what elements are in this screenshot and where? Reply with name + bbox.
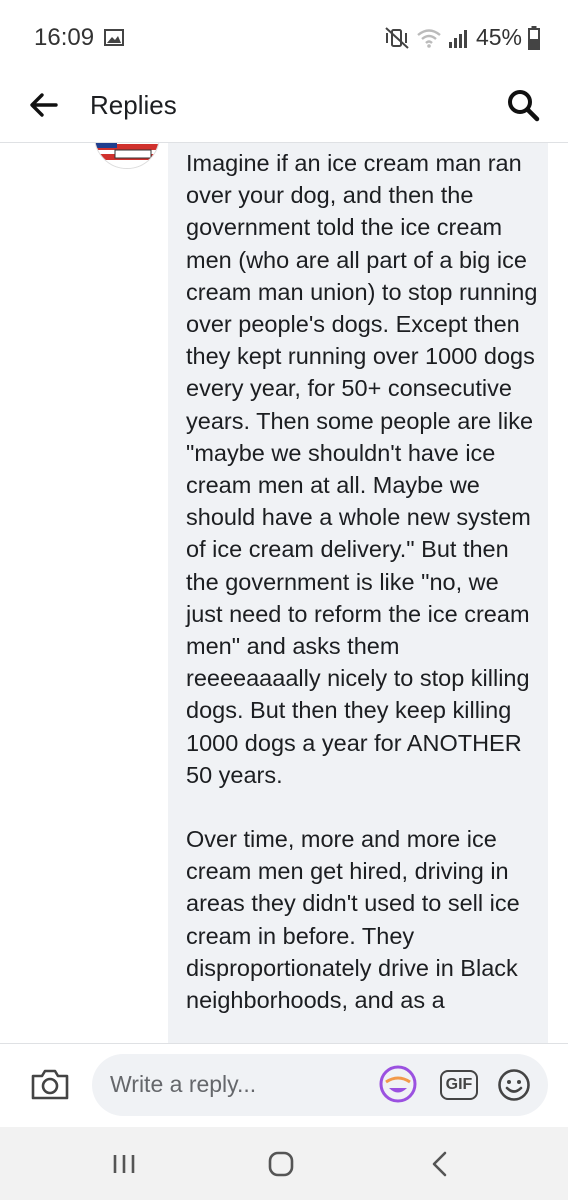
battery-icon xyxy=(528,25,540,50)
reply-bar: Write a reply... GIF xyxy=(0,1043,568,1128)
gif-icon[interactable]: GIF xyxy=(440,1070,478,1100)
comment-paragraph: Imagine if an ice cream man ran over you… xyxy=(186,150,538,788)
gif-label: GIF xyxy=(445,1076,473,1093)
comment-thread: Imagine if an ice cream man ran over you… xyxy=(0,143,568,1043)
gallery-icon xyxy=(104,29,124,46)
page-title: Replies xyxy=(90,90,177,120)
search-icon[interactable] xyxy=(506,88,540,122)
avatar-sticker-icon[interactable] xyxy=(378,1064,418,1104)
wifi-icon xyxy=(417,28,441,48)
avatar[interactable] xyxy=(94,143,160,169)
status-bar: 16:09 45% xyxy=(0,0,568,72)
comment-paragraph: Over time, more and more ice cream men g… xyxy=(186,826,520,1014)
arrow-left-icon[interactable] xyxy=(28,92,58,118)
comment-text: Imagine if an ice cream man ran over you… xyxy=(186,147,540,1043)
mute-vibrate-icon xyxy=(385,26,409,49)
home-icon[interactable] xyxy=(268,1151,294,1177)
reply-placeholder: Write a reply... xyxy=(110,1071,257,1097)
recent-apps-icon[interactable] xyxy=(112,1153,136,1175)
emoji-icon[interactable] xyxy=(497,1068,531,1102)
header: Replies xyxy=(0,72,568,143)
signal-icon xyxy=(448,29,467,48)
battery-percentage: 45% xyxy=(475,24,522,50)
status-icons: 45% xyxy=(384,24,540,51)
system-nav-bar xyxy=(0,1127,568,1200)
chevron-left-icon[interactable] xyxy=(430,1151,448,1177)
status-time: 16:09 xyxy=(34,24,95,51)
camera-icon[interactable] xyxy=(30,1066,70,1102)
avatar-image xyxy=(95,143,159,168)
